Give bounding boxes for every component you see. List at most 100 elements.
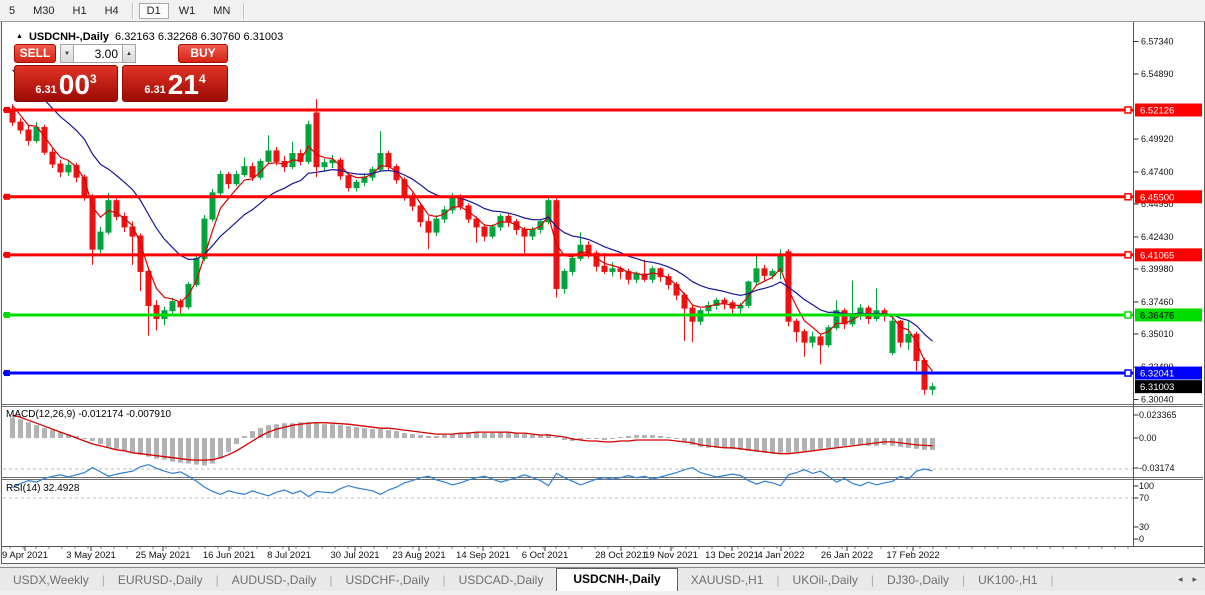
bear-candle[interactable]: [721, 299, 728, 304]
bull-candle[interactable]: [97, 231, 104, 250]
hline-left-marker[interactable]: [4, 311, 10, 318]
volume-decrease-button[interactable]: ▼: [60, 44, 74, 63]
bull-candle[interactable]: [489, 226, 496, 237]
timeframe-button-h1[interactable]: H1: [65, 3, 95, 19]
bull-candle[interactable]: [809, 336, 816, 343]
bull-candle[interactable]: [753, 268, 760, 283]
bull-candle[interactable]: [889, 320, 896, 354]
bear-candle[interactable]: [473, 218, 480, 228]
bull-candle[interactable]: [233, 174, 240, 185]
bear-candle[interactable]: [521, 229, 528, 237]
bear-candle[interactable]: [249, 166, 256, 178]
tab-audusd-daily[interactable]: AUDUSD-,Daily: [219, 570, 330, 591]
volume-input[interactable]: [74, 44, 122, 63]
volume-increase-button[interactable]: ▲: [122, 44, 136, 63]
buy-button[interactable]: BUY: [178, 44, 228, 63]
tab-ukoil-daily[interactable]: UKOil-,Daily: [780, 570, 871, 591]
bear-candle[interactable]: [25, 129, 32, 141]
bear-candle[interactable]: [505, 215, 512, 223]
tab-usdcad-daily[interactable]: USDCAD-,Daily: [446, 570, 557, 591]
hline-left-marker[interactable]: [4, 193, 10, 200]
bull-candle[interactable]: [217, 174, 224, 194]
chart-tab-bar: USDX,Weekly | EURUSD-,Daily | AUDUSD-,Daily |…: [0, 568, 1205, 591]
bear-candle[interactable]: [225, 174, 232, 185]
tab-dj30-daily[interactable]: DJ30-,Daily: [874, 570, 962, 591]
bear-candle[interactable]: [153, 304, 160, 320]
sell-price-display[interactable]: 6.31 00 3: [14, 65, 118, 102]
hline-right-marker[interactable]: [1124, 106, 1132, 114]
timeframe-button-5[interactable]: 5: [1, 3, 23, 19]
bull-candle[interactable]: [65, 164, 72, 173]
bear-candle[interactable]: [273, 150, 280, 162]
collapse-arrow-icon[interactable]: ▲: [16, 33, 23, 40]
bear-candle[interactable]: [817, 336, 824, 346]
timeframe-button-w1[interactable]: W1: [171, 3, 204, 19]
tab-usdx-weekly[interactable]: USDX,Weekly: [0, 570, 102, 591]
bear-candle[interactable]: [481, 226, 488, 237]
bear-candle[interactable]: [17, 121, 24, 131]
date-label: 23 Aug 2021: [392, 550, 445, 561]
bull-candle[interactable]: [321, 162, 328, 168]
bull-candle[interactable]: [305, 124, 312, 162]
bear-candle[interactable]: [793, 320, 800, 333]
bear-candle[interactable]: [57, 163, 64, 173]
timeframe-button-h4[interactable]: H4: [97, 3, 127, 19]
hline-left-marker[interactable]: [4, 251, 10, 258]
tab-uk100-h1[interactable]: UK100-,H1: [965, 570, 1050, 591]
bull-candle[interactable]: [633, 273, 640, 280]
bull-candle[interactable]: [169, 301, 176, 312]
bull-candle[interactable]: [609, 268, 616, 272]
bear-candle[interactable]: [841, 310, 848, 325]
hline-left-marker[interactable]: [4, 370, 10, 377]
sell-price-point: 3: [89, 72, 97, 86]
sell-price-pips: 00: [58, 69, 90, 100]
hline-left-marker[interactable]: [4, 106, 10, 113]
bear-candle[interactable]: [601, 265, 608, 272]
date-label: 14 Sep 2021: [456, 550, 510, 561]
bear-candle[interactable]: [49, 151, 56, 165]
macd-histogram-bar: [274, 424, 279, 438]
bear-candle[interactable]: [345, 175, 352, 189]
bull-candle[interactable]: [905, 333, 912, 343]
sell-button[interactable]: SELL: [14, 44, 56, 63]
tab-scroll-left-icon[interactable]: ◂: [1178, 574, 1183, 585]
macd-histogram-bar: [90, 438, 95, 441]
hline-right-marker[interactable]: [1124, 251, 1132, 259]
bear-candle[interactable]: [801, 331, 808, 343]
tab-scroll-right-icon[interactable]: ▸: [1192, 574, 1197, 585]
macd-histogram-bar: [634, 435, 639, 438]
timeframe-button-d1[interactable]: D1: [138, 2, 169, 19]
bear-candle[interactable]: [9, 111, 16, 123]
hline-right-marker[interactable]: [1124, 369, 1132, 377]
tab-usdchf-daily[interactable]: USDCHF-,Daily: [333, 570, 443, 591]
bear-candle[interactable]: [417, 205, 424, 223]
bear-candle[interactable]: [385, 153, 392, 168]
hline-right-marker[interactable]: [1124, 193, 1132, 201]
bull-candle[interactable]: [241, 166, 248, 176]
bear-candle[interactable]: [673, 284, 680, 296]
bear-candle[interactable]: [145, 270, 152, 306]
bear-candle[interactable]: [425, 221, 432, 233]
bear-candle[interactable]: [89, 196, 96, 250]
macd-histogram-bar: [914, 438, 919, 449]
bear-candle[interactable]: [761, 268, 768, 276]
bull-candle[interactable]: [433, 218, 440, 233]
macd-histogram-bar: [202, 438, 207, 466]
bull-candle[interactable]: [105, 200, 112, 233]
bull-candle[interactable]: [265, 150, 272, 162]
bull-candle[interactable]: [929, 386, 936, 390]
bear-candle[interactable]: [313, 112, 320, 168]
sell-price-major: 6.31: [35, 84, 57, 96]
bull-candle[interactable]: [561, 270, 568, 289]
bull-candle[interactable]: [529, 229, 536, 237]
bull-candle[interactable]: [569, 257, 576, 272]
tab-xauusd-h1[interactable]: XAUUSD-,H1: [678, 570, 777, 591]
tab-usdcnh-daily[interactable]: USDCNH-,Daily: [556, 568, 678, 591]
bull-candle[interactable]: [353, 181, 360, 189]
bear-candle[interactable]: [921, 359, 928, 390]
buy-price-display[interactable]: 6.31 21 4: [122, 65, 228, 102]
timeframe-button-mn[interactable]: MN: [205, 3, 238, 19]
tab-eurusd-daily[interactable]: EURUSD-,Daily: [105, 570, 216, 591]
hline-right-marker[interactable]: [1124, 311, 1132, 319]
timeframe-button-m30[interactable]: M30: [25, 3, 62, 19]
